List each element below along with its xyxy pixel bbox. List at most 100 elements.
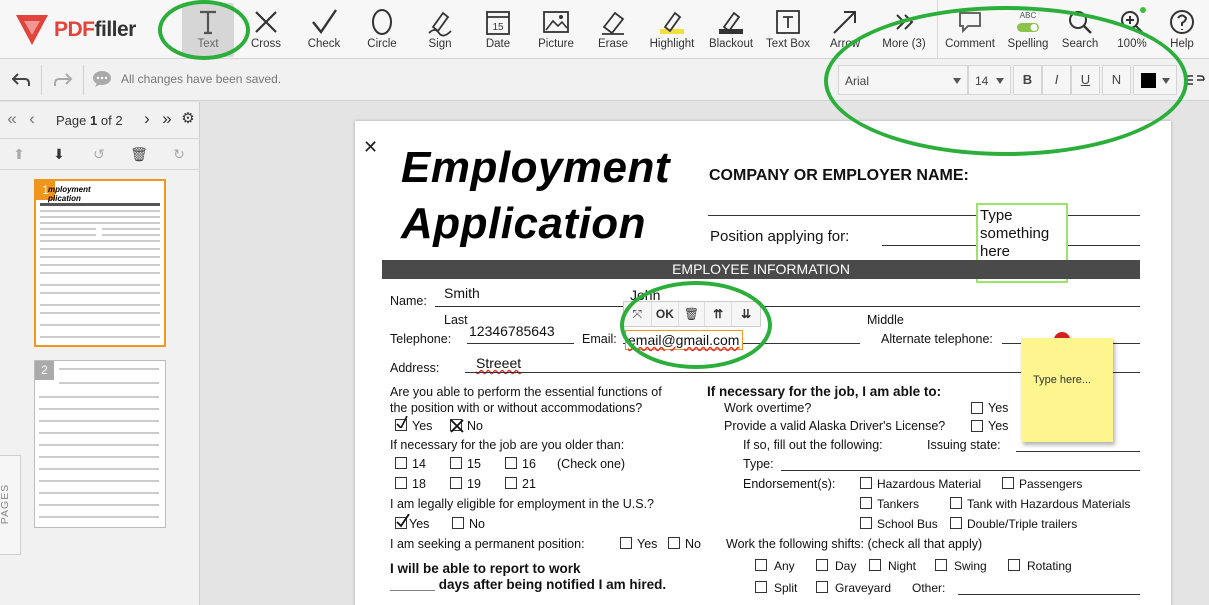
close-icon[interactable]: ✕	[363, 137, 378, 158]
refresh-page-button[interactable]: ↻	[170, 145, 188, 163]
checkbox-school-bus[interactable]	[860, 517, 872, 529]
shift-label: Any	[774, 559, 795, 573]
trash-icon: 🗑	[130, 146, 148, 162]
checkbox-essential-no[interactable]	[450, 419, 464, 433]
next-page-button[interactable]: ›	[137, 110, 157, 130]
checkbox-shift-split[interactable]	[755, 581, 767, 593]
divider	[83, 65, 84, 95]
annotation-ring-text-tool	[158, 0, 250, 60]
address-value[interactable]: Streeet	[476, 355, 521, 371]
tool-sign[interactable]: Sign	[418, 3, 462, 57]
redo-icon[interactable]	[51, 68, 75, 92]
page-preview-2	[39, 368, 159, 518]
checkbox-tank-hazardous[interactable]	[950, 497, 962, 509]
settings-button[interactable]: ⚙	[178, 110, 198, 130]
telephone-value[interactable]: 12346785643	[469, 323, 555, 339]
last-name-value[interactable]: Smith	[444, 285, 480, 301]
checkbox-shift-any[interactable]	[755, 559, 767, 571]
no-label: No	[685, 537, 701, 551]
chevron-right-icon: ›	[144, 109, 150, 128]
rotate-page-button[interactable]: ↺	[90, 145, 108, 163]
prev-page-button[interactable]: ‹	[22, 110, 42, 130]
move-page-up-button[interactable]: ⬆	[10, 145, 28, 163]
check-icon	[312, 9, 337, 35]
checkbox-age-14[interactable]	[395, 457, 407, 469]
sticky-note[interactable]: Type here...	[1021, 338, 1113, 442]
company-name-line[interactable]	[708, 215, 1140, 216]
section-banner: EMPLOYEE INFORMATION	[382, 260, 1140, 279]
delete-page-button[interactable]: 🗑	[130, 145, 148, 163]
eraser-icon	[602, 11, 625, 35]
page-preview-1: mployment plication	[40, 185, 160, 338]
checkbox-shift-night[interactable]	[869, 559, 881, 571]
move-page-down-button[interactable]: ⬇	[50, 145, 68, 163]
tool-textbox[interactable]: Text Box	[762, 3, 814, 57]
checkbox-eligible-no[interactable]	[452, 517, 464, 529]
tool-blackout[interactable]: Blackout	[704, 3, 758, 57]
current-page[interactable]: 1	[90, 113, 97, 128]
svg-text:mployment: mployment	[48, 185, 91, 194]
able-to-heading: If necessary for the job, I am able to:	[707, 384, 942, 399]
middle-label: Middle	[867, 313, 904, 327]
pdffiller-logo[interactable]: PDFfiller	[14, 13, 136, 47]
tool-cross[interactable]: Cross	[244, 3, 288, 57]
tool-label: Erase	[597, 38, 629, 50]
tool-date[interactable]: 15 Date	[476, 3, 520, 57]
report-days-text: ______ days after being notified I am hi…	[390, 577, 667, 592]
name-line[interactable]	[435, 306, 1140, 307]
sign-pen-icon	[428, 11, 452, 37]
first-page-button[interactable]: «	[2, 110, 22, 130]
arrow-down-icon: ⬇	[53, 146, 65, 162]
tool-circle[interactable]: Circle	[360, 3, 404, 57]
yes-label: Yes	[637, 537, 658, 551]
page-thumbnail-2[interactable]: 2	[34, 360, 166, 528]
checkbox-essential-yes[interactable]	[395, 416, 408, 431]
age-label: 21	[522, 477, 536, 491]
tool-check[interactable]: Check	[302, 3, 346, 57]
checkbox-age-18[interactable]	[395, 477, 407, 489]
license-question: Provide a valid Alaska Driver's License?	[724, 419, 946, 433]
yes-label: Yes	[988, 419, 1009, 433]
telephone-line[interactable]	[467, 343, 574, 344]
checkbox-shift-rotating[interactable]	[1008, 559, 1020, 571]
issuing-state-line[interactable]	[1016, 451, 1140, 452]
help-icon	[1170, 10, 1194, 34]
last-page-button[interactable]: »	[157, 110, 177, 130]
checkbox-overtime-yes[interactable]	[971, 402, 983, 414]
chevron-double-left-icon: «	[7, 109, 17, 128]
checkbox-double-triple[interactable]	[950, 517, 962, 529]
checkbox-shift-graveyard[interactable]	[816, 581, 828, 593]
tool-highlight[interactable]: Highlight	[644, 3, 700, 57]
checkbox-passengers[interactable]	[1002, 477, 1014, 489]
checkbox-hazardous[interactable]	[860, 477, 872, 489]
checkbox-tankers[interactable]	[860, 497, 872, 509]
tool-picture[interactable]: Picture	[533, 3, 579, 57]
checkbox-eligible-yes[interactable]	[395, 514, 410, 529]
undo-icon[interactable]	[9, 68, 33, 92]
yes-label: Yes	[988, 401, 1009, 415]
checkbox-age-21[interactable]	[505, 477, 517, 489]
checkbox-license-yes[interactable]	[971, 420, 983, 432]
page-sidebar: « ‹ Page 1 of 2 › » ⚙ ⬆ ⬇ ↺ 🗑 ↻ 1 mploym…	[0, 102, 200, 605]
logo-text-filler: filler	[94, 18, 137, 41]
checkbox-age-19[interactable]	[450, 477, 462, 489]
tool-erase[interactable]: Erase	[591, 3, 635, 57]
checkbox-age-16[interactable]	[505, 457, 517, 469]
refresh-icon: ↻	[173, 146, 185, 162]
checkbox-shift-day[interactable]	[816, 559, 828, 571]
address-label: Address:	[390, 361, 440, 375]
pages-panel-toggle[interactable]: PAGES	[0, 455, 21, 555]
shift-label: Swing	[954, 559, 987, 573]
question-essential: Are you able to perform the essential fu…	[390, 385, 662, 399]
checkbox-permanent-no[interactable]	[668, 537, 680, 549]
type-line[interactable]	[781, 470, 1140, 471]
endorsement-label: Hazardous Material	[877, 477, 982, 491]
checkbox-permanent-yes[interactable]	[620, 537, 632, 549]
page-total: of 2	[100, 113, 123, 128]
checkbox-shift-swing[interactable]	[935, 559, 947, 571]
page-thumbnail-1[interactable]: 1 mployment plication	[34, 179, 166, 347]
checkbox-age-15[interactable]	[450, 457, 462, 469]
arrow-up-icon: ⬆	[13, 146, 25, 162]
yes-label: Yes	[409, 517, 430, 531]
other-line[interactable]	[958, 594, 1140, 595]
